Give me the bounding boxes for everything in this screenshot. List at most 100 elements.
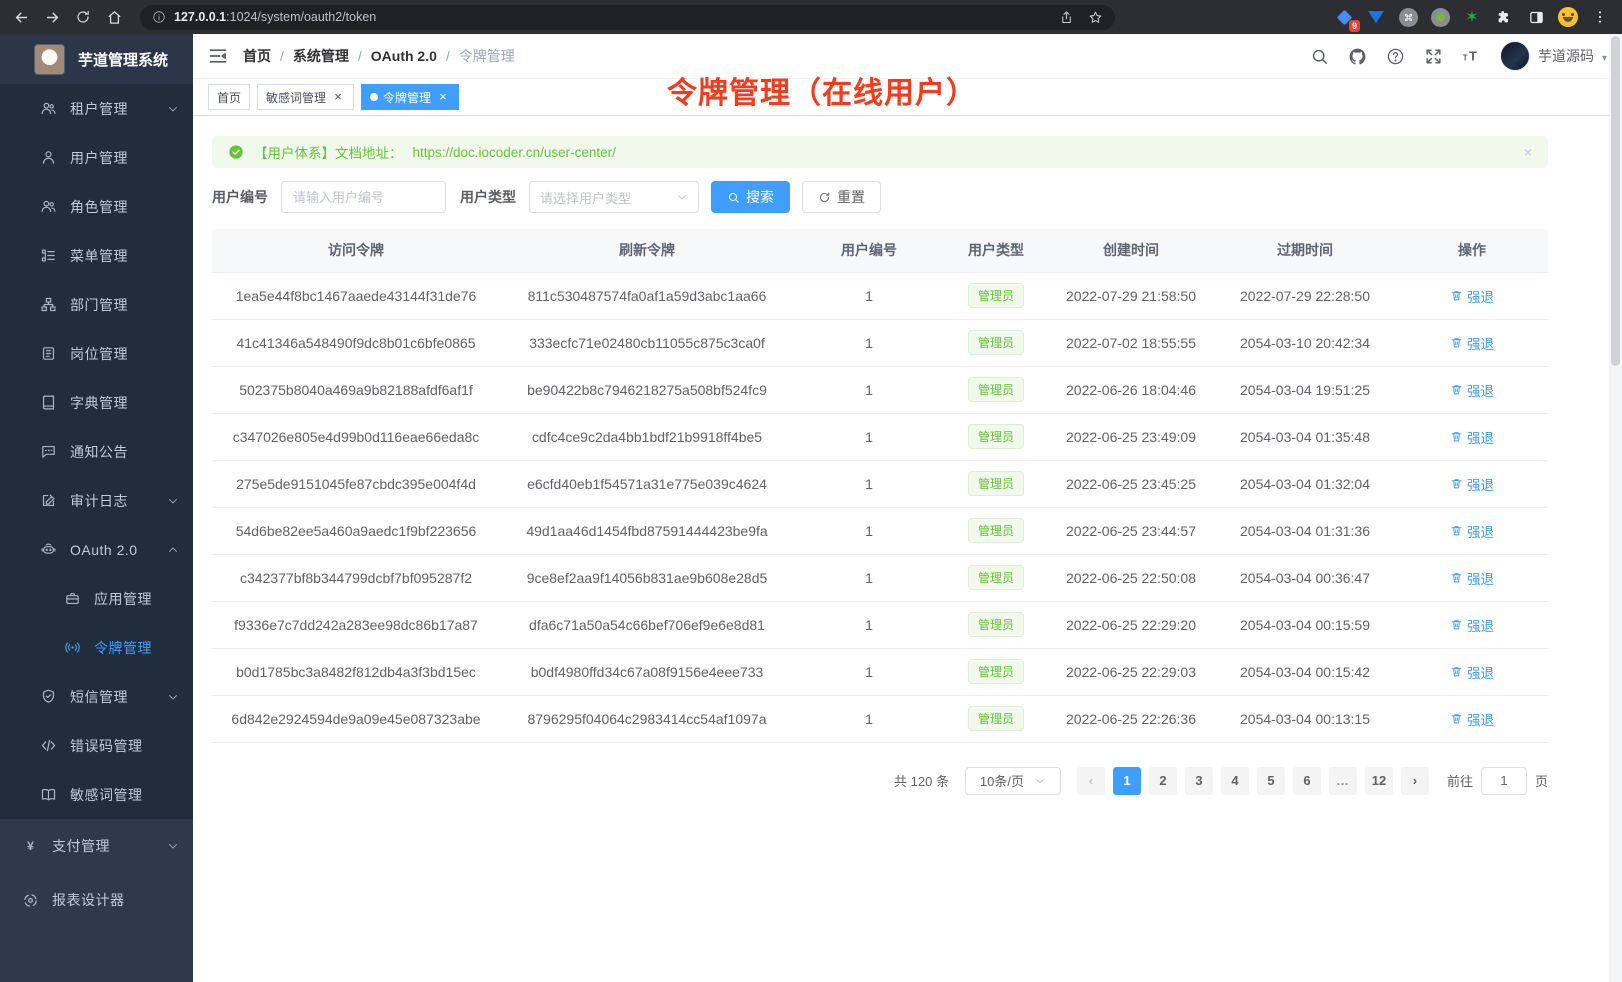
side-panel-icon[interactable] [1526,7,1546,27]
app-logo[interactable]: 芋道管理系统 [0,34,193,84]
user-type-cell: 管理员 [944,695,1048,742]
force-logout-button[interactable]: 强退 [1450,568,1494,588]
sidebar-item-sensitive-words[interactable]: 敏感词管理 [0,770,193,819]
sidebar-item-payment[interactable]: 支付管理 [0,819,193,873]
user-menu[interactable]: 芋道源码 ▾ [1500,41,1607,71]
sidebar-item-post[interactable]: 岗位管理 [0,329,193,378]
browser-menu-icon[interactable] [1590,7,1610,27]
user-id-input[interactable] [281,181,446,213]
search-button[interactable]: 搜索 [711,181,790,213]
extension-command-icon[interactable] [1398,7,1418,27]
sidebar-item-audit-log[interactable]: 审计日志 [0,476,193,525]
sidebar-item-error-code[interactable]: 错误码管理 [0,721,193,770]
sidebar-item-role[interactable]: 角色管理 [0,182,193,231]
scrollbar-thumb[interactable] [1611,36,1620,366]
tab-sensitive-words[interactable]: 敏感词管理× [257,84,354,110]
browser-toolbar: 127.0.0.1:1024/system/oauth2/token 9 ✶ [0,0,1622,34]
access-token-cell: f9336e7c7dd242a283ee98dc86b17a87 [212,601,500,648]
page-button[interactable]: … [1329,767,1357,795]
page-button[interactable]: 3 [1185,767,1213,795]
access-token-cell: c342377bf8b344799dcbf7bf095287f2 [212,554,500,601]
extension-gem-icon[interactable] [1366,7,1386,27]
font-size-icon[interactable] [1462,47,1481,66]
sidebar-item-sms[interactable]: 短信管理 [0,672,193,721]
logo-avatar [34,44,65,75]
page-scrollbar[interactable] [1609,34,1622,982]
user-type-select[interactable]: 请选择用户类型 [529,181,699,213]
help-icon[interactable] [1386,47,1405,66]
sidebar-item-label: 敏感词管理 [70,785,179,805]
force-logout-button[interactable]: 强退 [1450,662,1494,682]
page-button[interactable]: 4 [1221,767,1249,795]
tab-token-management[interactable]: 令牌管理× [361,84,459,110]
url-host: 127.0.0.1 [174,10,226,24]
page-button[interactable]: 12 [1365,767,1393,795]
sidebar-item-department[interactable]: 部门管理 [0,280,193,329]
user-id-cell: 1 [794,460,944,507]
page-button[interactable]: 5 [1257,767,1285,795]
pagination: 共 120 条 10条/页 ‹ 123456…12 › 前往 页 [212,767,1548,795]
sidebar-item-dictionary[interactable]: 字典管理 [0,378,193,427]
alert-doc-link[interactable]: https://doc.iocoder.cn/user-center/ [413,145,616,160]
action-cell: 强退 [1396,648,1548,695]
sidebar-item-oauth[interactable]: OAuth 2.0 [0,525,193,574]
table-row: c347026e805e4d99b0d116eae66eda8c cdfc4ce… [212,413,1548,460]
browser-reload-button[interactable] [74,8,92,26]
close-icon[interactable]: × [331,90,345,104]
refresh-token-cell: 9ce8ef2aa9f14056b831ae9b608e28d5 [500,554,794,601]
breadcrumb-oauth[interactable]: OAuth 2.0 [371,48,437,64]
site-info-icon[interactable] [152,10,166,24]
browser-back-button[interactable] [12,8,30,26]
share-icon[interactable] [1059,10,1074,25]
close-icon[interactable]: × [436,90,450,104]
breadcrumb-separator: / [446,48,450,64]
force-logout-button[interactable]: 强退 [1450,709,1494,729]
force-logout-button[interactable]: 强退 [1450,521,1494,541]
trash-icon [1450,477,1463,490]
force-logout-button[interactable]: 强退 [1450,427,1494,447]
force-logout-button[interactable]: 强退 [1450,474,1494,494]
profile-avatar-icon[interactable] [1558,7,1578,27]
browser-forward-button[interactable] [43,8,61,26]
extension-diamond-icon[interactable]: 9 [1334,7,1354,27]
trash-icon [1450,571,1463,584]
extension-star-icon[interactable]: ✶ [1462,7,1482,27]
force-logout-button[interactable]: 强退 [1450,333,1494,353]
sidebar-item-token[interactable]: 令牌管理 [0,623,193,672]
page-button[interactable]: 2 [1149,767,1177,795]
page-size-select[interactable]: 10条/页 [965,767,1061,795]
sidebar-toggle-icon[interactable] [208,46,228,66]
extensions-puzzle-icon[interactable] [1494,7,1514,27]
trash-icon [1450,336,1463,349]
browser-home-button[interactable] [105,8,123,26]
goto-page-input[interactable] [1481,767,1527,795]
reset-button[interactable]: 重置 [802,181,881,213]
sidebar-item-announcement[interactable]: 通知公告 [0,427,193,476]
tab-home[interactable]: 首页 [208,84,250,110]
sidebar-item-oauth-app[interactable]: 应用管理 [0,574,193,623]
fullscreen-icon[interactable] [1424,47,1443,66]
sidebar-item-user[interactable]: 用户管理 [0,133,193,182]
force-logout-button[interactable]: 强退 [1450,286,1494,306]
reset-button-label: 重置 [837,187,865,207]
force-logout-button[interactable]: 强退 [1450,615,1494,635]
github-icon[interactable] [1348,47,1367,66]
alert-close-icon[interactable]: × [1524,144,1532,160]
force-logout-button[interactable]: 强退 [1450,380,1494,400]
page-button[interactable]: 6 [1293,767,1321,795]
breadcrumb-home[interactable]: 首页 [243,46,271,66]
address-bar[interactable]: 127.0.0.1:1024/system/oauth2/token [140,5,1115,30]
sidebar-item-report-designer[interactable]: 报表设计器 [0,873,193,927]
page-button[interactable]: 1 [1113,767,1141,795]
extension-record-icon[interactable] [1430,7,1450,27]
roles-icon [40,198,57,215]
next-page-button[interactable]: › [1401,767,1429,795]
bookmark-star-icon[interactable] [1088,10,1103,25]
breadcrumb-system[interactable]: 系统管理 [293,46,349,66]
sidebar-item-tenant[interactable]: 租户管理 [0,84,193,133]
search-icon[interactable] [1310,47,1329,66]
sidebar-item-menu[interactable]: 菜单管理 [0,231,193,280]
created-time-cell: 2022-07-29 21:58:50 [1048,272,1214,319]
user-type-cell: 管理员 [944,507,1048,554]
prev-page-button[interactable]: ‹ [1077,767,1105,795]
